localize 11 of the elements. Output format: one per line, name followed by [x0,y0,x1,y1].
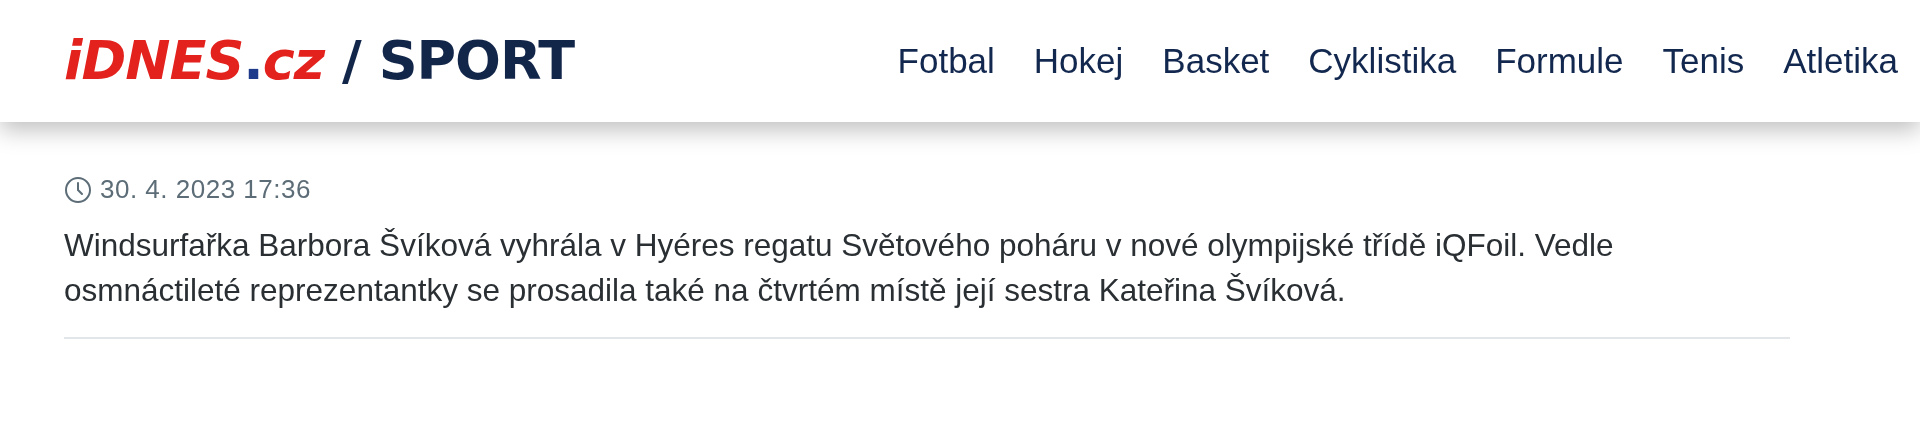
site-logo[interactable]: iDNES.cz / SPORT [64,34,574,88]
nav-link[interactable]: Atletika [1783,34,1898,88]
nav-link[interactable]: Hokej [1033,34,1124,88]
nav-link[interactable]: Tenis [1662,34,1745,88]
timestamp: 30. 4. 2023 17:36 [100,173,311,206]
nav-link[interactable]: Formule [1495,34,1624,88]
clock-icon [64,175,92,204]
nav-link[interactable]: Fotbal [897,34,995,88]
article-perex: Windsurfařka Barbora Švíková vyhrála v Hyéres regatu Světového poháru v nové olympijské třídě iQFoil. Vedle osmnáctileté reprezentantky se prosadila také na čtvrtém místě její sestra Kateřina Švíková. [64,226,1615,310]
nav-link[interactable]: Cyklistika [1308,34,1457,88]
nav-link[interactable]: Basket [1162,34,1270,88]
